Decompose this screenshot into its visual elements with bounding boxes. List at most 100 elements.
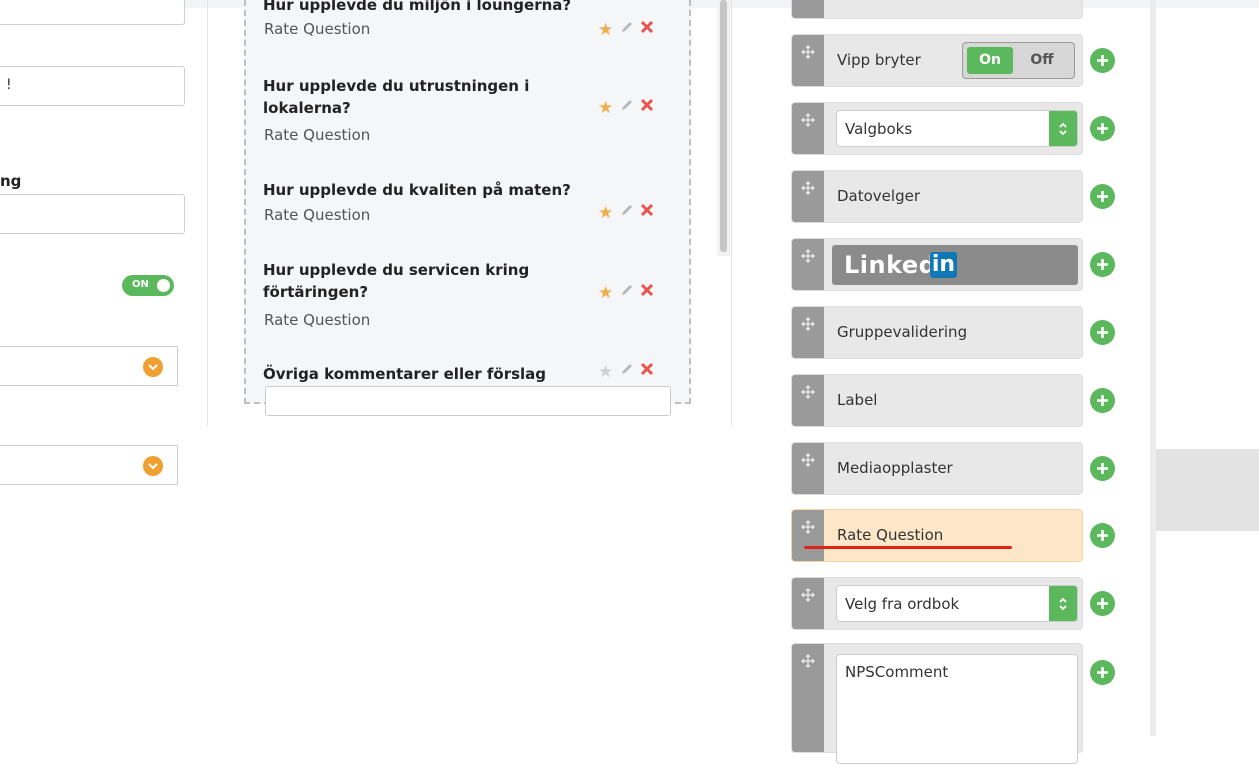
select-value: Velg fra ordbok [845,595,960,613]
text-field-3[interactable] [0,194,185,234]
toolbox-item-mediaupload[interactable]: Mediaopplaster [791,442,1083,495]
star-icon[interactable]: ★ [598,22,616,39]
close-icon[interactable] [638,361,656,377]
move-handle-icon[interactable] [792,103,824,154]
star-icon[interactable]: ★ [598,364,616,381]
column-divider-right [731,0,732,426]
toolbox-item-label: Rate Question [837,526,944,544]
add-icon[interactable] [1090,523,1115,548]
select-dropdown[interactable]: Valgboks [836,110,1078,147]
select-arrows-icon[interactable] [1049,111,1077,146]
move-handle-icon[interactable] [792,375,824,426]
text-field-2[interactable]: ! [0,66,185,106]
toolbox-item-label-text: Label [837,391,878,409]
comment-textarea[interactable] [265,386,671,416]
pencil-icon[interactable] [618,282,636,298]
close-icon[interactable] [638,97,656,113]
text-field-1[interactable] [0,0,185,25]
select-dropdown[interactable]: Velg fra ordbok [836,585,1078,622]
add-icon[interactable] [1090,116,1115,141]
annotation-underline [804,546,1012,549]
add-icon[interactable] [1090,660,1115,685]
move-handle-icon[interactable] [792,307,824,358]
question-actions: ★ [598,202,662,222]
toolbox-item-toggle[interactable]: Vipp bryter On Off [791,34,1083,87]
add-icon[interactable] [1090,48,1115,73]
toolbox-item-label: Vipp bryter [837,51,921,69]
linkedin-badge: in [930,252,957,278]
linkedin-wordmark: Linked [844,251,937,279]
textarea-value: NPSComment [845,663,949,681]
question-type: Rate Question [264,206,371,224]
star-icon[interactable]: ★ [598,205,616,222]
toolbox-item-select[interactable]: Valgboks [791,102,1083,155]
toolbox-item-ratequestion[interactable]: Rate Question [791,509,1083,562]
question-title: Hur upplevde du miljön i loungerna? [263,0,572,14]
question-type: Rate Question [264,311,371,329]
move-handle-icon[interactable] [792,35,824,86]
question-actions: ★ [598,282,662,302]
pencil-icon[interactable] [618,202,636,218]
toolbox-item-groupvalidation[interactable]: Gruppevalidering [791,306,1083,359]
toggle-knob [157,279,170,292]
move-handle-icon[interactable] [792,510,824,561]
add-icon[interactable] [1090,320,1115,345]
question-title: Hur upplevde du utrustningen i lokalerna… [263,77,530,117]
switch-on[interactable]: On [967,47,1013,74]
chevron-down-icon [143,357,163,377]
toolbox-item-label: Datovelger [837,187,920,205]
question-type: Rate Question [264,20,371,38]
toolbox-item-dictionary[interactable]: Velg fra ordbok [791,577,1083,630]
text-field-2-value: ! [6,77,12,93]
move-handle-icon[interactable] [792,239,824,290]
toggle-switch[interactable]: ON [122,275,174,296]
move-handle-icon[interactable] [792,0,824,18]
nps-comment-textarea[interactable]: NPSComment [836,654,1078,764]
select-field-1[interactable] [0,346,178,386]
panel-edge [1150,0,1156,736]
add-icon[interactable] [1090,591,1115,616]
close-icon[interactable] [638,19,656,35]
switch-off[interactable]: Off [1019,47,1065,74]
field-heading: ng [0,172,22,190]
chevron-down-icon [143,456,163,476]
pencil-icon[interactable] [618,97,636,113]
select-arrows-icon[interactable] [1049,586,1077,621]
question-type: Rate Question [264,126,371,144]
toggle-switch-label: ON [132,279,149,290]
toolbox-item-npscomment[interactable]: NPSComment [791,643,1083,764]
column-divider-left [207,0,208,426]
move-handle-icon[interactable] [792,578,824,629]
select-field-2[interactable] [0,445,178,485]
star-icon[interactable]: ★ [598,100,616,117]
move-handle-icon[interactable] [792,171,824,222]
question-title: Hur upplevde du kvaliten på maten? [263,181,571,199]
close-icon[interactable] [638,282,656,298]
toolbox-item-datepicker[interactable]: Datovelger [791,170,1083,223]
question-actions: ★ [598,361,662,381]
scrollbar[interactable] [717,0,730,256]
add-icon[interactable] [1090,456,1115,481]
move-handle-icon[interactable] [792,443,824,494]
toolbox-item-cropped[interactable] [791,0,1083,19]
close-icon[interactable] [638,202,656,218]
add-icon[interactable] [1090,388,1115,413]
add-icon[interactable] [1090,252,1115,277]
question-title: Övriga kommentarer eller förslag [263,365,547,383]
question-title: Hur upplevde du servicen kring förtäring… [263,261,530,301]
select-value: Valgboks [845,120,913,138]
toolbox-item-label[interactable]: Label [791,374,1083,427]
background-panel [1155,449,1259,531]
pencil-icon[interactable] [618,19,636,35]
toolbox-item-label: Gruppevalidering [837,323,968,341]
question-actions: ★ [598,19,662,39]
toolbox-item-linkedin[interactable]: Linked in [791,238,1083,291]
on-off-switch[interactable]: On Off [962,42,1075,79]
pencil-icon[interactable] [618,361,636,377]
question-actions: ★ [598,97,662,117]
add-icon[interactable] [1090,184,1115,209]
scrollbar-thumb[interactable] [720,0,727,252]
toolbox-item-label: Mediaopplaster [837,459,953,477]
linkedin-logo[interactable]: Linked in [832,245,1078,285]
star-icon[interactable]: ★ [598,285,616,302]
